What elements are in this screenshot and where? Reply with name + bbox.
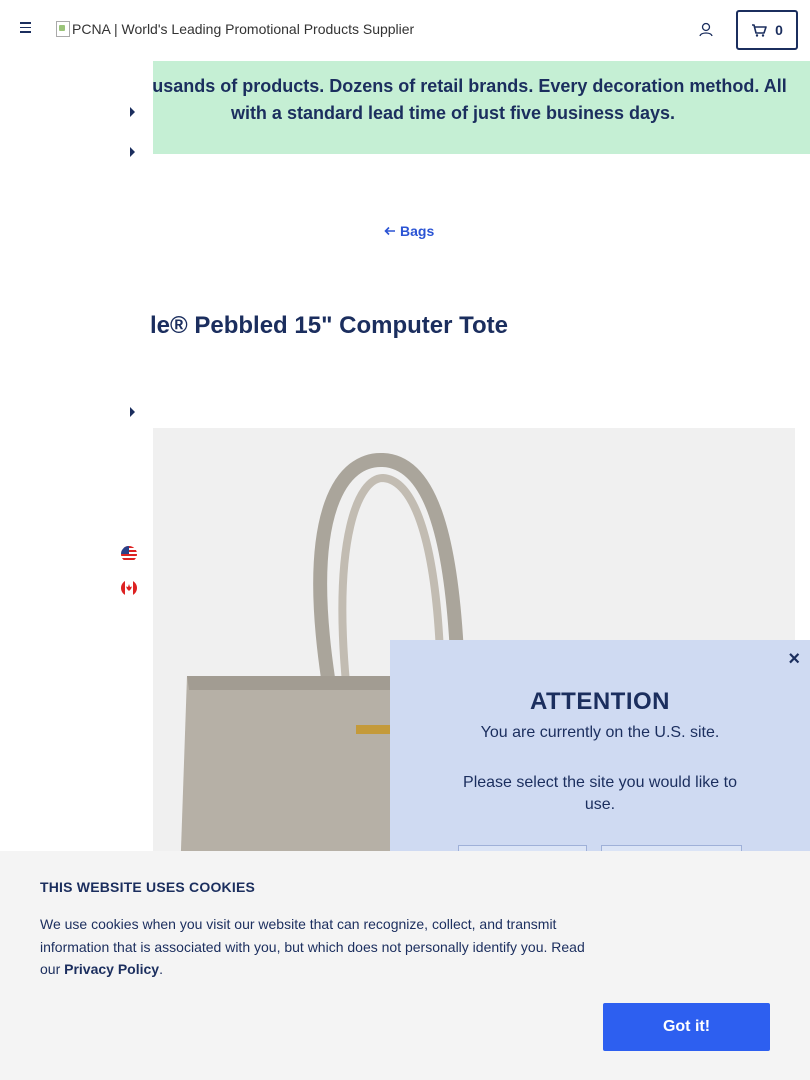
cookie-heading: THIS WEBSITE USES COOKIES [40, 879, 256, 895]
cart-button[interactable]: 0 [736, 10, 798, 50]
caret-right-icon[interactable] [130, 147, 135, 157]
cookie-text-end: . [159, 961, 163, 977]
cookie-banner: THIS WEBSITE USES COOKIES We use cookies… [0, 851, 810, 1080]
promo-text: Thousands of products. Dozens of retail … [153, 76, 787, 123]
modal-message: You are currently on the U.S. site. [480, 724, 720, 741]
account-icon[interactable] [697, 21, 715, 39]
back-link-label: Bags [400, 223, 435, 239]
cookie-text: We use cookies when you visit our websit… [40, 913, 600, 981]
back-to-category-link[interactable]: Bags [384, 223, 434, 239]
arrow-left-icon [384, 226, 395, 236]
logo-alt-text: PCNA | World's Leading Promotional Produ… [72, 21, 415, 37]
cart-count: 0 [775, 22, 783, 38]
product-title-wrap: le® Pebbled 15" Computer Tote [126, 312, 586, 342]
modal-prompt: Please select the site you would like to… [463, 774, 737, 813]
caret-right-icon[interactable] [130, 107, 135, 117]
site-logo[interactable]: PCNA | World's Leading Promotional Produ… [56, 21, 414, 37]
menu-icon[interactable] [20, 22, 36, 38]
canada-flag-icon[interactable] [121, 580, 137, 596]
product-title: le® Pebbled 15" Computer Tote [149, 312, 508, 339]
site-header: PCNA | World's Leading Promotional Produ… [0, 0, 810, 61]
broken-image-icon [56, 21, 70, 37]
us-flag-icon[interactable] [121, 546, 137, 562]
close-icon[interactable]: × [788, 648, 800, 671]
privacy-policy-link[interactable]: Privacy Policy [64, 961, 159, 977]
cart-icon [752, 24, 767, 37]
promo-banner: Thousands of products. Dozens of retail … [153, 61, 810, 154]
modal-heading: ATTENTION [529, 688, 671, 715]
accept-cookies-button[interactable]: Got it! [603, 1003, 770, 1051]
caret-right-icon[interactable] [130, 407, 135, 417]
